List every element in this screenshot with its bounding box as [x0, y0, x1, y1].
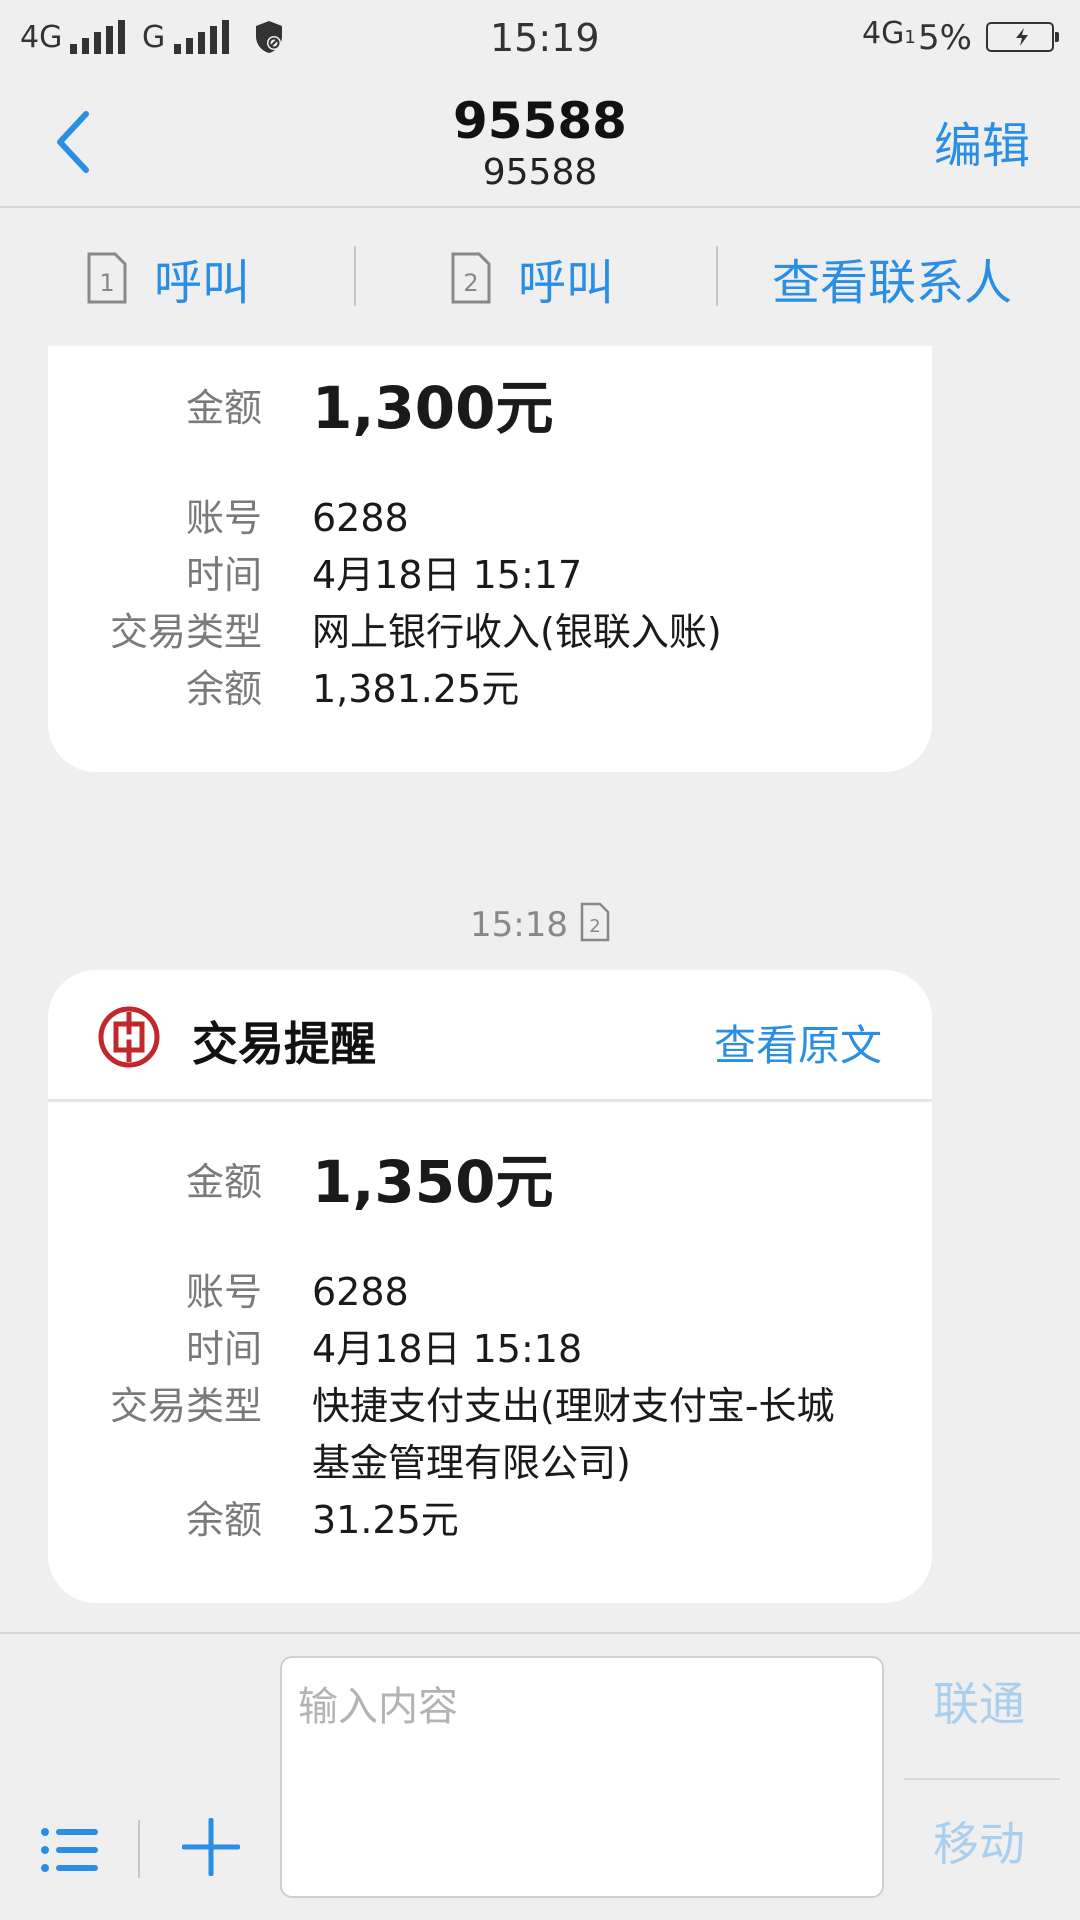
sim-card-2-number: 2 [589, 916, 600, 937]
battery-percent: 5% [918, 18, 972, 58]
signal-strength-icon [174, 20, 230, 54]
balance-value: 1,381.25元 [312, 667, 520, 711]
view-contact-button[interactable]: 查看联系人 [772, 246, 1013, 311]
balance-label: 余额 [185, 667, 262, 711]
view-contact-label: 查看联系人 [772, 255, 1013, 311]
network-type-3-sub: 1 [904, 27, 916, 48]
account-value: 6288 [312, 1270, 409, 1314]
contact-title: 95588 [453, 92, 627, 150]
divider [354, 246, 356, 306]
view-original-link[interactable]: 查看原文 [714, 1012, 882, 1073]
divider [138, 1820, 140, 1878]
card-body: 金额 1,300元 账号 6288 时间 4月18日 15:17 交易类型 网上… [48, 346, 932, 772]
message-list[interactable]: 金额 1,300元 账号 6288 时间 4月18日 15:17 交易类型 网上… [0, 346, 1080, 1632]
divider [716, 246, 718, 306]
message-input[interactable] [280, 1656, 884, 1898]
account-label: 账号 [185, 1270, 262, 1314]
sim-card-2-icon: 2 [580, 902, 610, 942]
time-label: 时间 [185, 553, 262, 597]
network-type-3: 4G1 [862, 16, 916, 51]
amount-label: 金额 [185, 1159, 262, 1204]
time-row: 时间 4月18日 15:18 [48, 1321, 932, 1378]
type-value: 快捷支付支出(理财支付宝-长城基金管理有限公司) [312, 1384, 835, 1485]
contact-number: 95588 [482, 152, 598, 193]
edit-button[interactable]: 编辑 [934, 106, 1030, 176]
type-label: 交易类型 [109, 1384, 262, 1428]
card-header: 交易提醒 查看原文 [48, 970, 932, 1102]
amount-row: 金额 1,350元 [48, 1142, 932, 1222]
balance-row: 余额 1,381.25元 [48, 661, 932, 718]
network-type-3-label: 4G [862, 16, 905, 51]
balance-row: 余额 31.25元 [48, 1492, 932, 1549]
status-bar: 4G G 15:19 4G1 5% [0, 0, 1080, 76]
balance-value: 31.25元 [312, 1498, 459, 1542]
amount-value: 1,350元 [312, 1148, 554, 1216]
bank-logo-icon [98, 1006, 160, 1068]
account-value: 6288 [312, 496, 409, 540]
amount-label: 金额 [185, 385, 262, 430]
list-menu-icon[interactable] [40, 1826, 100, 1874]
card-title: 交易提醒 [192, 1017, 376, 1071]
call-sim1-button[interactable]: 1 呼叫 [86, 246, 251, 311]
sim-card-2-number: 2 [463, 269, 478, 297]
divider [904, 1778, 1060, 1780]
type-row: 交易类型 网上银行收入(银联入账) [48, 604, 932, 661]
sim-card-1-icon: 1 [87, 252, 127, 304]
message-card[interactable]: 交易提醒 查看原文 金额 1,350元 账号 6288 时间 4月18日 15:… [48, 970, 932, 1603]
status-clock: 15:19 [490, 16, 600, 60]
type-value: 网上银行收入(银联入账) [312, 610, 722, 654]
conversation-header: 95588 95588 编辑 [0, 76, 1080, 208]
message-card[interactable]: 金额 1,300元 账号 6288 时间 4月18日 15:17 交易类型 网上… [48, 346, 932, 772]
add-attachment-icon[interactable] [182, 1818, 240, 1876]
balance-label: 余额 [185, 1498, 262, 1542]
network-type-1: 4G [20, 20, 63, 55]
amount-value: 1,300元 [312, 374, 554, 442]
battery-icon [986, 22, 1059, 52]
account-row: 账号 6288 [48, 490, 932, 547]
time-label: 时间 [185, 1327, 262, 1371]
shield-icon [256, 21, 282, 53]
account-label: 账号 [185, 496, 262, 540]
sim-card-2-icon: 2 [451, 252, 491, 304]
call-sim1-label: 呼叫 [154, 255, 251, 311]
amount-row: 金额 1,300元 [48, 368, 932, 448]
account-row: 账号 6288 [48, 1264, 932, 1321]
time-value: 4月18日 15:17 [312, 553, 583, 597]
composer-bar: 联通 移动 [0, 1632, 1080, 1920]
call-sim2-button[interactable]: 2 呼叫 [450, 246, 615, 311]
type-row: 交易类型 快捷支付支出(理财支付宝-长城基金管理有限公司) [48, 1378, 932, 1492]
send-via-mobile-button[interactable]: 移动 [904, 1808, 1054, 1874]
timestamp-text: 15:18 [470, 905, 568, 945]
sim-card-1-number: 1 [99, 269, 114, 297]
time-value: 4月18日 15:18 [312, 1327, 583, 1371]
type-label: 交易类型 [109, 610, 262, 654]
call-action-bar: 1 呼叫 2 呼叫 查看联系人 [0, 210, 1080, 346]
signal-strength-icon [70, 20, 126, 54]
message-timestamp: 15:18 2 [0, 902, 1080, 945]
send-via-unicom-button[interactable]: 联通 [904, 1668, 1054, 1734]
time-row: 时间 4月18日 15:17 [48, 547, 932, 604]
card-body: 金额 1,350元 账号 6288 时间 4月18日 15:18 交易类型 快捷… [48, 1102, 932, 1603]
network-type-2: G [142, 20, 166, 55]
charging-bolt-icon [1016, 28, 1028, 46]
call-sim2-label: 呼叫 [518, 255, 615, 311]
